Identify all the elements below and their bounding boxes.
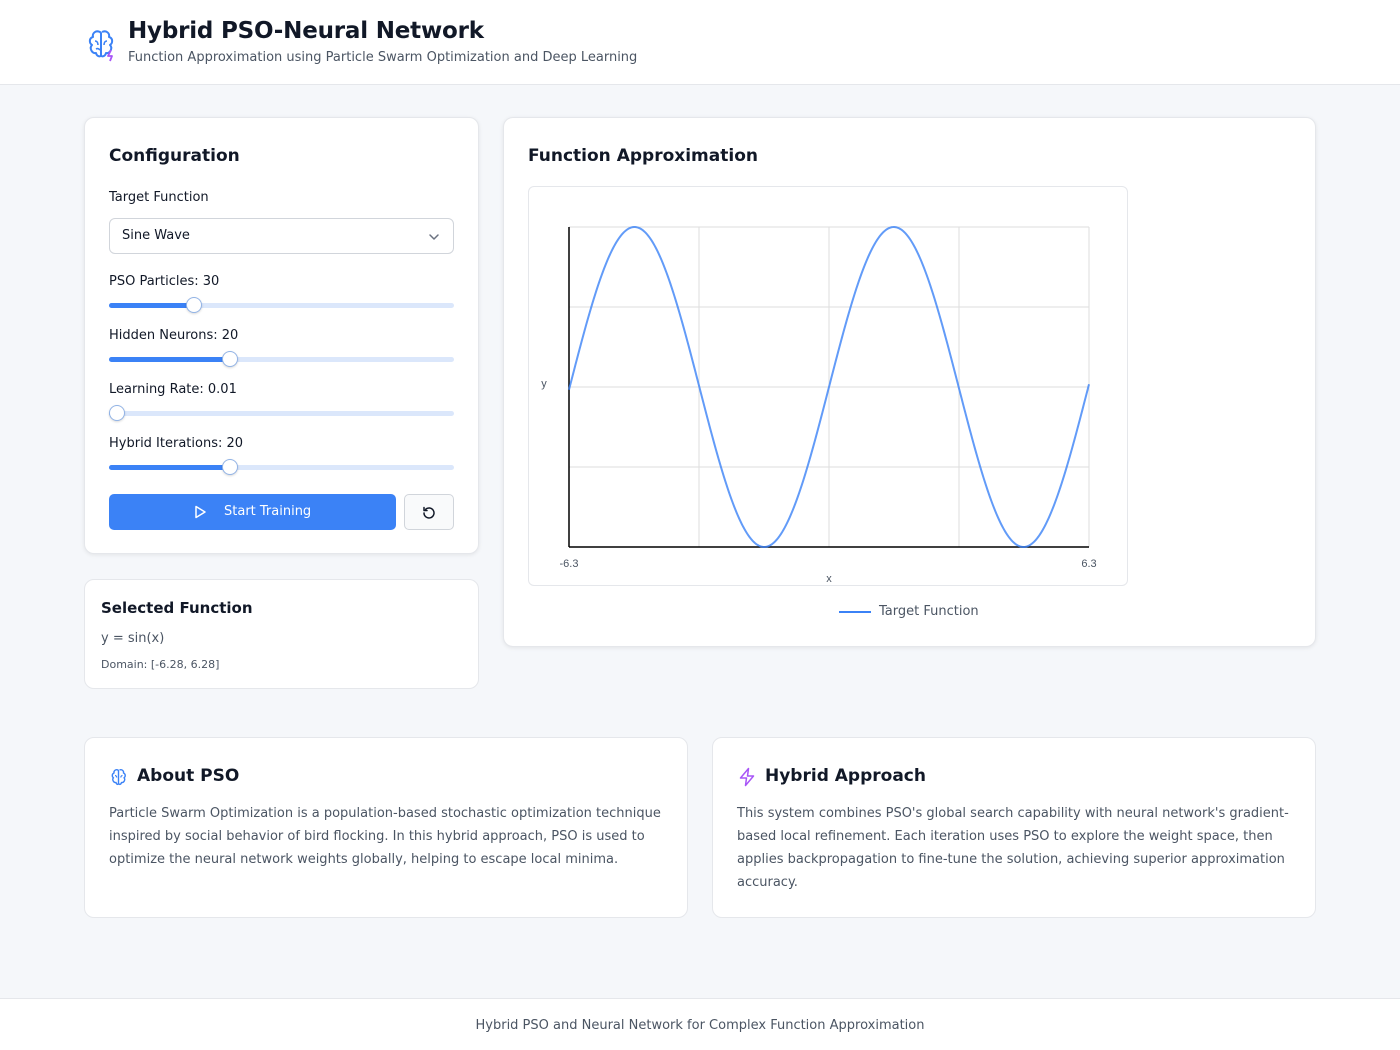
selected-function-title: Selected Function — [101, 599, 253, 617]
brain-icon — [88, 30, 114, 62]
slider-thumb[interactable] — [109, 405, 125, 421]
app-title: Hybrid PSO-Neural Network — [128, 18, 484, 44]
slider-thumb[interactable] — [186, 297, 203, 313]
hybrid-approach-panel: Hybrid Approach This system combines PSO… — [712, 737, 1316, 918]
chevron-down-icon — [429, 234, 439, 240]
target-function-select[interactable]: Sine Wave — [109, 218, 454, 254]
slider-fill — [109, 357, 230, 362]
configuration-panel: Configuration Target Function Sine Wave … — [84, 117, 479, 554]
pso-particles-label: PSO Particles: 30 — [109, 274, 220, 289]
about-pso-panel: About PSO Particle Swarm Optimization is… — [84, 737, 688, 918]
y-axis-label: y — [541, 378, 547, 390]
hybrid-approach-text: This system combines PSO's global search… — [737, 806, 1289, 890]
legend-label: Target Function — [879, 604, 979, 619]
function-chart: -6.3 6.3 x y — [541, 225, 1097, 585]
hidden-neurons-slider[interactable] — [109, 351, 454, 367]
learning-rate-slider[interactable] — [109, 405, 454, 421]
chart-container: -6.3 6.3 x y — [528, 186, 1128, 586]
selected-function-panel: Selected Function y = sin(x) Domain: [-6… — [84, 579, 479, 689]
function-domain: Domain: [-6.28, 6.28] — [101, 658, 220, 671]
legend-swatch — [839, 611, 871, 613]
configuration-title: Configuration — [109, 146, 240, 166]
hybrid-iterations-slider[interactable] — [109, 459, 454, 475]
app-header: Hybrid PSO-Neural Network Function Appro… — [0, 0, 1400, 85]
footer-text: Hybrid PSO and Neural Network for Comple… — [475, 1018, 925, 1033]
slider-fill — [109, 465, 230, 470]
start-training-button[interactable]: Start Training — [109, 494, 396, 530]
function-formula: y = sin(x) — [101, 631, 165, 646]
brain-icon — [111, 769, 126, 786]
slider-thumb[interactable] — [221, 351, 238, 367]
x-tick-label: 6.3 — [1081, 558, 1096, 570]
slider-thumb[interactable] — [221, 459, 238, 475]
reset-button[interactable] — [404, 494, 454, 530]
app-footer: Hybrid PSO and Neural Network for Comple… — [0, 998, 1400, 1050]
about-pso-title: About PSO — [137, 766, 240, 786]
slider-track — [109, 411, 454, 416]
about-pso-text: Particle Swarm Optimization is a populat… — [109, 806, 661, 867]
pso-particles-slider[interactable] — [109, 297, 454, 313]
target-function-label: Target Function — [109, 190, 209, 205]
hidden-neurons-label: Hidden Neurons: 20 — [109, 328, 239, 343]
function-approximation-panel: Function Approximation -6.3 6.3 x y Target … — [503, 117, 1316, 647]
start-training-label: Start Training — [224, 504, 312, 519]
learning-rate-label: Learning Rate: 0.01 — [109, 382, 237, 397]
play-icon — [195, 505, 206, 519]
app-subtitle: Function Approximation using Particle Sw… — [128, 50, 638, 65]
function-approximation-title: Function Approximation — [528, 146, 758, 166]
hybrid-iterations-label: Hybrid Iterations: 20 — [109, 436, 244, 451]
reset-icon — [423, 506, 435, 519]
target-function-value: Sine Wave — [122, 228, 190, 243]
hybrid-approach-title: Hybrid Approach — [765, 766, 926, 786]
x-axis-label: x — [826, 573, 832, 585]
x-tick-label: -6.3 — [560, 558, 579, 570]
slider-fill — [109, 303, 195, 308]
lightning-icon — [739, 767, 755, 787]
